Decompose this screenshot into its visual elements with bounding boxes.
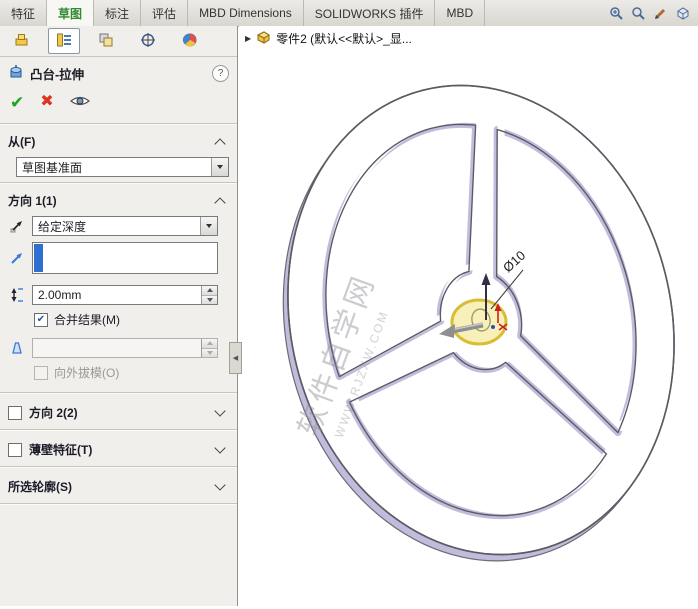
part-icon (256, 30, 271, 47)
expand-tree-icon[interactable]: ▶ (245, 34, 251, 43)
depth-row: 2.00mm (0, 282, 237, 308)
property-manager-panel: 凸台-拉伸 ? ✔ ✖ 从(F) 草图基准面 方向 1(1) 给定深度 2.00… (0, 26, 238, 606)
property-list-icon (56, 32, 72, 51)
divider (0, 503, 237, 505)
depth-input[interactable]: 2.00mm (32, 285, 218, 305)
divider (0, 392, 237, 394)
chevron-up-icon (214, 137, 226, 150)
preview-eye-button[interactable] (69, 94, 90, 111)
draft-icon[interactable] (8, 340, 26, 356)
model-scene[interactable]: 软件自学网 WWW.RJZXW.COM Ø10 (239, 26, 698, 606)
draft-outward-row: 向外拔模(O) (26, 361, 237, 384)
divider (0, 429, 237, 431)
edit-icon[interactable] (653, 6, 668, 21)
draft-row (0, 335, 237, 361)
thin-feature-checkbox[interactable] (8, 442, 22, 457)
pm-actions: ✔ ✖ (0, 87, 237, 121)
manager-tab-bar (0, 26, 237, 57)
extrude-icon (8, 64, 24, 83)
feature-tree-flyout[interactable]: ▶ 零件2 (默认<<默认>_显... (245, 30, 412, 47)
zoom-in-icon[interactable] (609, 6, 624, 21)
help-icon[interactable]: ? (212, 64, 229, 82)
draft-outward-label: 向外拔模(O) (54, 366, 120, 380)
section-direction1[interactable]: 方向 1(1) (0, 186, 237, 213)
reverse-direction-icon[interactable] (8, 218, 26, 234)
panel-collapse-handle[interactable]: ◀ (229, 342, 242, 374)
start-condition-value: 草图基准面 (22, 160, 83, 175)
cancel-button[interactable]: ✖ (40, 94, 53, 110)
start-condition-select[interactable]: 草图基准面 (16, 157, 229, 177)
draft-angle-input (32, 338, 218, 358)
tab-configurationmanager[interactable] (90, 28, 122, 54)
section-direction1-label: 方向 1(1) (8, 194, 57, 208)
selection-highlight (34, 244, 43, 272)
merge-result-label: 合并结果(M) (54, 313, 120, 327)
zoom-fit-icon[interactable] (631, 6, 646, 21)
merge-result-row: 合并结果(M) (26, 308, 237, 331)
section-thin-feature[interactable]: 薄壁特征(T) (0, 433, 237, 464)
configurations-icon (98, 32, 114, 51)
draft-outward-checkbox (34, 365, 48, 380)
spin-down-button (202, 347, 217, 357)
merge-result-checkbox[interactable] (34, 312, 48, 327)
ribbon-bar: 特征 草图 标注 评估 MBD Dimensions SOLIDWORKS 插件… (0, 0, 698, 27)
depth-d1-icon (8, 287, 26, 303)
tab-features[interactable]: 特征 (0, 0, 48, 26)
section-from-label: 从(F) (8, 135, 36, 149)
direction-arrow-icon (8, 250, 26, 266)
ok-button[interactable]: ✔ (10, 94, 24, 111)
section-selected-contours-label: 所选轮廓(S) (8, 480, 72, 494)
tab-dimxpertmanager[interactable] (132, 28, 164, 54)
section-from[interactable]: 从(F) (0, 127, 237, 154)
tab-evaluate[interactable]: 评估 (141, 0, 189, 26)
section-direction2[interactable]: 方向 2(2) (0, 396, 237, 427)
chevron-down-icon (214, 405, 226, 417)
tab-propertymanager[interactable] (48, 28, 80, 54)
part-name-label: 零件2 (默认<<默认>_显... (276, 32, 412, 46)
divider (0, 182, 237, 184)
graphics-area[interactable]: ▶ 零件2 (默认<<默认>_显... 软件自学网 WWW.RJZXW.COM … (239, 26, 698, 606)
chevron-up-icon (214, 196, 226, 209)
direction-reference-row (0, 239, 237, 277)
direction2-checkbox[interactable] (8, 405, 22, 420)
pie-chart-icon (182, 32, 198, 51)
draft-angle-value (33, 339, 201, 357)
end-condition-select[interactable]: 给定深度 (32, 216, 218, 236)
depth-value: 2.00mm (38, 288, 82, 302)
from-plane-row: 草图基准面 (0, 154, 237, 180)
divider (0, 123, 237, 125)
chevron-down-icon (214, 479, 226, 491)
feature-title: 凸台-拉伸 (30, 67, 85, 82)
end-condition-row: 给定深度 (0, 213, 237, 239)
end-condition-value: 给定深度 (38, 219, 87, 234)
direction-reference-input[interactable] (32, 242, 218, 274)
section-selected-contours[interactable]: 所选轮廓(S) (0, 470, 237, 501)
tab-annotation[interactable]: 标注 (94, 0, 142, 26)
spin-up-button[interactable] (202, 286, 217, 295)
spin-down-button[interactable] (202, 294, 217, 304)
chevron-down-icon (214, 442, 226, 454)
feature-tree-icon (14, 32, 30, 51)
tab-featuremanager[interactable] (6, 28, 38, 54)
tab-mbd-dimensions[interactable]: MBD Dimensions (188, 0, 304, 26)
spin-up-button (202, 339, 217, 348)
section-direction2-label: 方向 2(2) (29, 406, 78, 420)
view-cube-icon[interactable] (675, 6, 690, 21)
tab-sketch[interactable]: 草图 (47, 0, 95, 26)
view-toolbar (601, 0, 698, 26)
dropdown-arrow-icon[interactable] (200, 217, 217, 235)
section-thin-feature-label: 薄壁特征(T) (29, 443, 93, 457)
tab-mbd[interactable]: MBD (435, 0, 486, 26)
tab-solidworks-addins[interactable]: SOLIDWORKS 插件 (304, 0, 436, 26)
feature-header: 凸台-拉伸 ? (0, 57, 237, 87)
tab-displaymanager[interactable] (174, 28, 206, 54)
divider (0, 466, 237, 468)
crosshair-circle-icon (140, 32, 156, 51)
dropdown-arrow-icon[interactable] (211, 158, 228, 176)
